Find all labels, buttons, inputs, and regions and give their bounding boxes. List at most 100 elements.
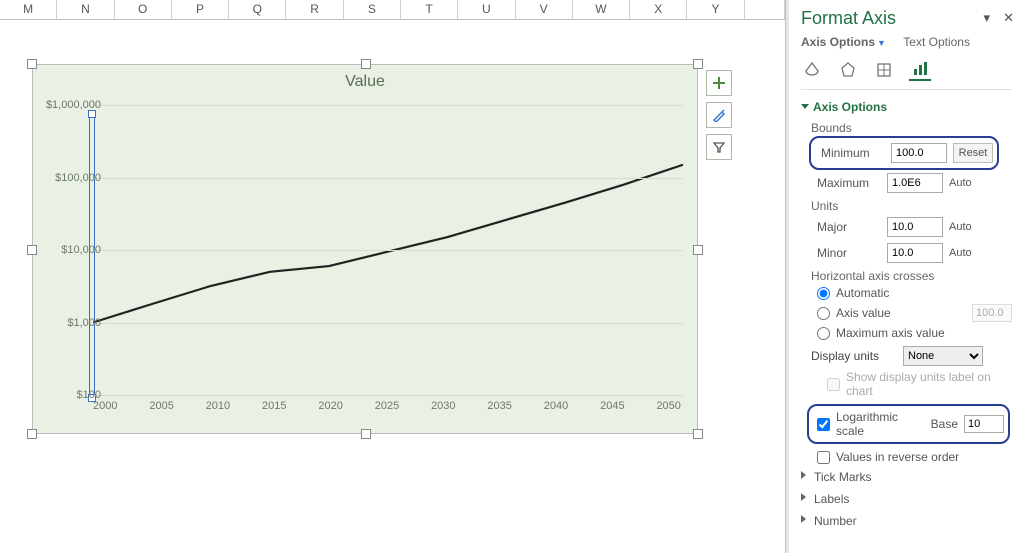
y-tick-label: $1,000,000: [35, 99, 101, 111]
resize-handle[interactable]: [27, 429, 37, 439]
column-header[interactable]: X: [630, 0, 687, 19]
maximum-input[interactable]: [887, 173, 943, 193]
x-tick-label: 2040: [544, 400, 568, 412]
hac-axis-value-label: Axis value: [836, 306, 891, 320]
column-header[interactable]: W: [573, 0, 630, 19]
hac-axis-value-radio[interactable]: [817, 307, 830, 320]
base-label: Base: [931, 417, 958, 431]
column-header[interactable]: T: [401, 0, 458, 19]
hac-automatic-radio[interactable]: [817, 287, 830, 300]
resize-handle[interactable]: [693, 429, 703, 439]
minimum-reset-button[interactable]: Reset: [953, 143, 993, 163]
chart-filters-button[interactable]: [706, 134, 732, 160]
column-header[interactable]: M: [0, 0, 57, 19]
units-label: Units: [801, 196, 1012, 214]
close-icon[interactable]: ✕: [1003, 10, 1014, 26]
x-tick-label: 2005: [149, 400, 173, 412]
y-tick-label: $10,000: [35, 244, 101, 256]
minor-label: Minor: [817, 246, 881, 260]
display-units-select[interactable]: None: [903, 346, 983, 366]
display-units-label: Display units: [811, 349, 897, 363]
pane-title: Format Axis: [801, 8, 1012, 29]
resize-handle[interactable]: [361, 429, 371, 439]
x-axis-labels: 2000 2005 2010 2015 2020 2025 2030 2035 2040 2045…: [93, 400, 681, 412]
column-header[interactable]: U: [458, 0, 515, 19]
y-tick-label: $100,000: [35, 172, 101, 184]
column-header[interactable]: [745, 0, 785, 19]
section-axis-options-label: Axis Options: [813, 100, 887, 114]
y-tick-label: $1,000: [35, 317, 101, 329]
reverse-order-checkbox[interactable]: [817, 451, 830, 464]
hac-axis-value-input: [972, 304, 1012, 322]
hac-label: Horizontal axis crosses: [801, 266, 1012, 284]
chart-styles-button[interactable]: [706, 102, 732, 128]
section-tick-marks-label: Tick Marks: [814, 470, 872, 484]
section-number[interactable]: Number: [801, 510, 1012, 532]
embedded-chart[interactable]: Value 2000200520102015202020252030203520…: [32, 64, 698, 434]
major-label: Major: [817, 220, 881, 234]
maximum-label: Maximum: [817, 176, 881, 190]
show-du-label-checkbox: [827, 378, 840, 391]
fill-line-icon[interactable]: [801, 59, 823, 81]
chart-elements-button[interactable]: [706, 70, 732, 96]
reverse-order-label: Values in reverse order: [836, 450, 959, 464]
x-tick-label: 2050: [656, 400, 680, 412]
base-input[interactable]: [964, 415, 1004, 433]
chevron-down-icon[interactable]: ▼: [877, 38, 886, 48]
pane-tabs: Axis Options▼ Text Options: [801, 35, 1012, 49]
section-tick-marks[interactable]: Tick Marks: [801, 466, 1012, 488]
chart-side-buttons: [706, 70, 732, 166]
x-tick-label: 2015: [262, 400, 286, 412]
minor-auto-label: Auto: [949, 247, 989, 259]
resize-handle[interactable]: [361, 59, 371, 69]
log-scale-checkbox[interactable]: [817, 418, 830, 431]
hac-max-radio[interactable]: [817, 327, 830, 340]
section-labels[interactable]: Labels: [801, 488, 1012, 510]
pane-options-icon[interactable]: ▾: [983, 10, 990, 26]
tab-axis-options[interactable]: Axis Options: [801, 35, 875, 49]
log-scale-label: Logarithmic scale: [836, 410, 917, 438]
major-input[interactable]: [887, 217, 943, 237]
minor-input[interactable]: [887, 243, 943, 263]
hac-automatic-label: Automatic: [836, 286, 889, 300]
section-axis-options[interactable]: Axis Options: [801, 96, 1012, 118]
major-auto-label: Auto: [949, 221, 989, 233]
format-axis-pane: ▾ ✕ Format Axis Axis Options▼ Text Optio…: [786, 0, 1024, 553]
column-headers: MNOPQRSTUVWXY: [0, 0, 785, 20]
column-header[interactable]: S: [344, 0, 401, 19]
x-tick-label: 2000: [93, 400, 117, 412]
tab-text-options[interactable]: Text Options: [903, 35, 970, 49]
effects-icon[interactable]: [837, 59, 859, 81]
resize-handle[interactable]: [693, 59, 703, 69]
minimum-label: Minimum: [821, 146, 885, 160]
x-tick-label: 2035: [487, 400, 511, 412]
column-header[interactable]: O: [115, 0, 172, 19]
section-number-label: Number: [814, 514, 857, 528]
maximum-auto-label: Auto: [949, 177, 989, 189]
column-header[interactable]: R: [286, 0, 343, 19]
hac-max-label: Maximum axis value: [836, 326, 945, 340]
worksheet-area[interactable]: MNOPQRSTUVWXY Value 2000 2005 2010 2015 2020…: [0, 0, 786, 553]
x-tick-label: 2025: [375, 400, 399, 412]
show-du-label: Show display units label on chart: [846, 370, 1012, 398]
column-header[interactable]: P: [172, 0, 229, 19]
bounds-label: Bounds: [801, 118, 1012, 136]
chart-title[interactable]: Value: [33, 65, 697, 95]
pane-icon-tabs: [801, 55, 1012, 90]
axis-options-icon[interactable]: [909, 59, 931, 81]
column-header[interactable]: N: [57, 0, 114, 19]
column-header[interactable]: Y: [687, 0, 744, 19]
column-header[interactable]: Q: [229, 0, 286, 19]
resize-handle[interactable]: [693, 245, 703, 255]
section-labels-label: Labels: [814, 492, 849, 506]
x-tick-label: 2010: [206, 400, 230, 412]
plot-area[interactable]: [93, 105, 683, 395]
x-tick-label: 2030: [431, 400, 455, 412]
size-properties-icon[interactable]: [873, 59, 895, 81]
minimum-input[interactable]: [891, 143, 947, 163]
x-tick-label: 2020: [318, 400, 342, 412]
column-header[interactable]: V: [516, 0, 573, 19]
y-tick-label: $100: [35, 389, 101, 401]
resize-handle[interactable]: [27, 59, 37, 69]
x-tick-label: 2045: [600, 400, 624, 412]
